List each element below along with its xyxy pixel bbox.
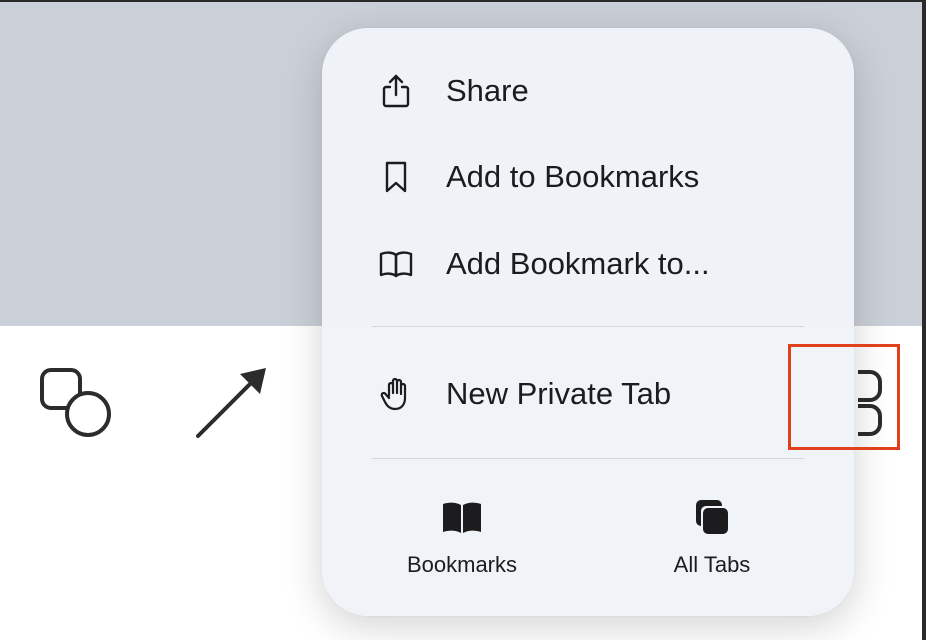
window-edge [922, 0, 926, 640]
shapes-icon[interactable] [38, 364, 114, 440]
tabs-stack-icon [690, 498, 734, 538]
menu-item-label: New Private Tab [446, 376, 672, 411]
menu-item-add-to-bookmarks[interactable]: Add to Bookmarks [322, 142, 854, 212]
bookmarks-button[interactable]: Bookmarks [362, 486, 562, 586]
context-menu: Share Add to Bookmarks Add Bookmark to..… [322, 28, 854, 616]
window-edge [0, 0, 926, 2]
arrow-icon[interactable] [190, 362, 272, 444]
menu-item-label: Add to Bookmarks [446, 159, 700, 194]
hand-icon [378, 376, 414, 412]
bookmarks-label: Bookmarks [406, 552, 518, 577]
menu-item-share[interactable]: Share [322, 56, 854, 126]
screen: Share Add to Bookmarks Add Bookmark to..… [0, 0, 926, 640]
highlight-box [788, 344, 900, 450]
menu-item-add-bookmark-to[interactable]: Add Bookmark to... [322, 229, 854, 299]
menu-divider [372, 326, 804, 327]
menu-item-label: Share [446, 73, 529, 108]
bookmark-icon [378, 159, 414, 195]
menu-divider [372, 458, 804, 459]
share-icon [378, 73, 414, 109]
all-tabs-label: All Tabs [673, 552, 751, 577]
book-open-icon [378, 246, 414, 282]
all-tabs-button[interactable]: All Tabs [612, 486, 812, 586]
menu-item-new-private-tab[interactable]: New Private Tab [322, 359, 854, 429]
menu-item-label: Add Bookmark to... [446, 246, 710, 281]
book-filled-icon [440, 498, 484, 538]
